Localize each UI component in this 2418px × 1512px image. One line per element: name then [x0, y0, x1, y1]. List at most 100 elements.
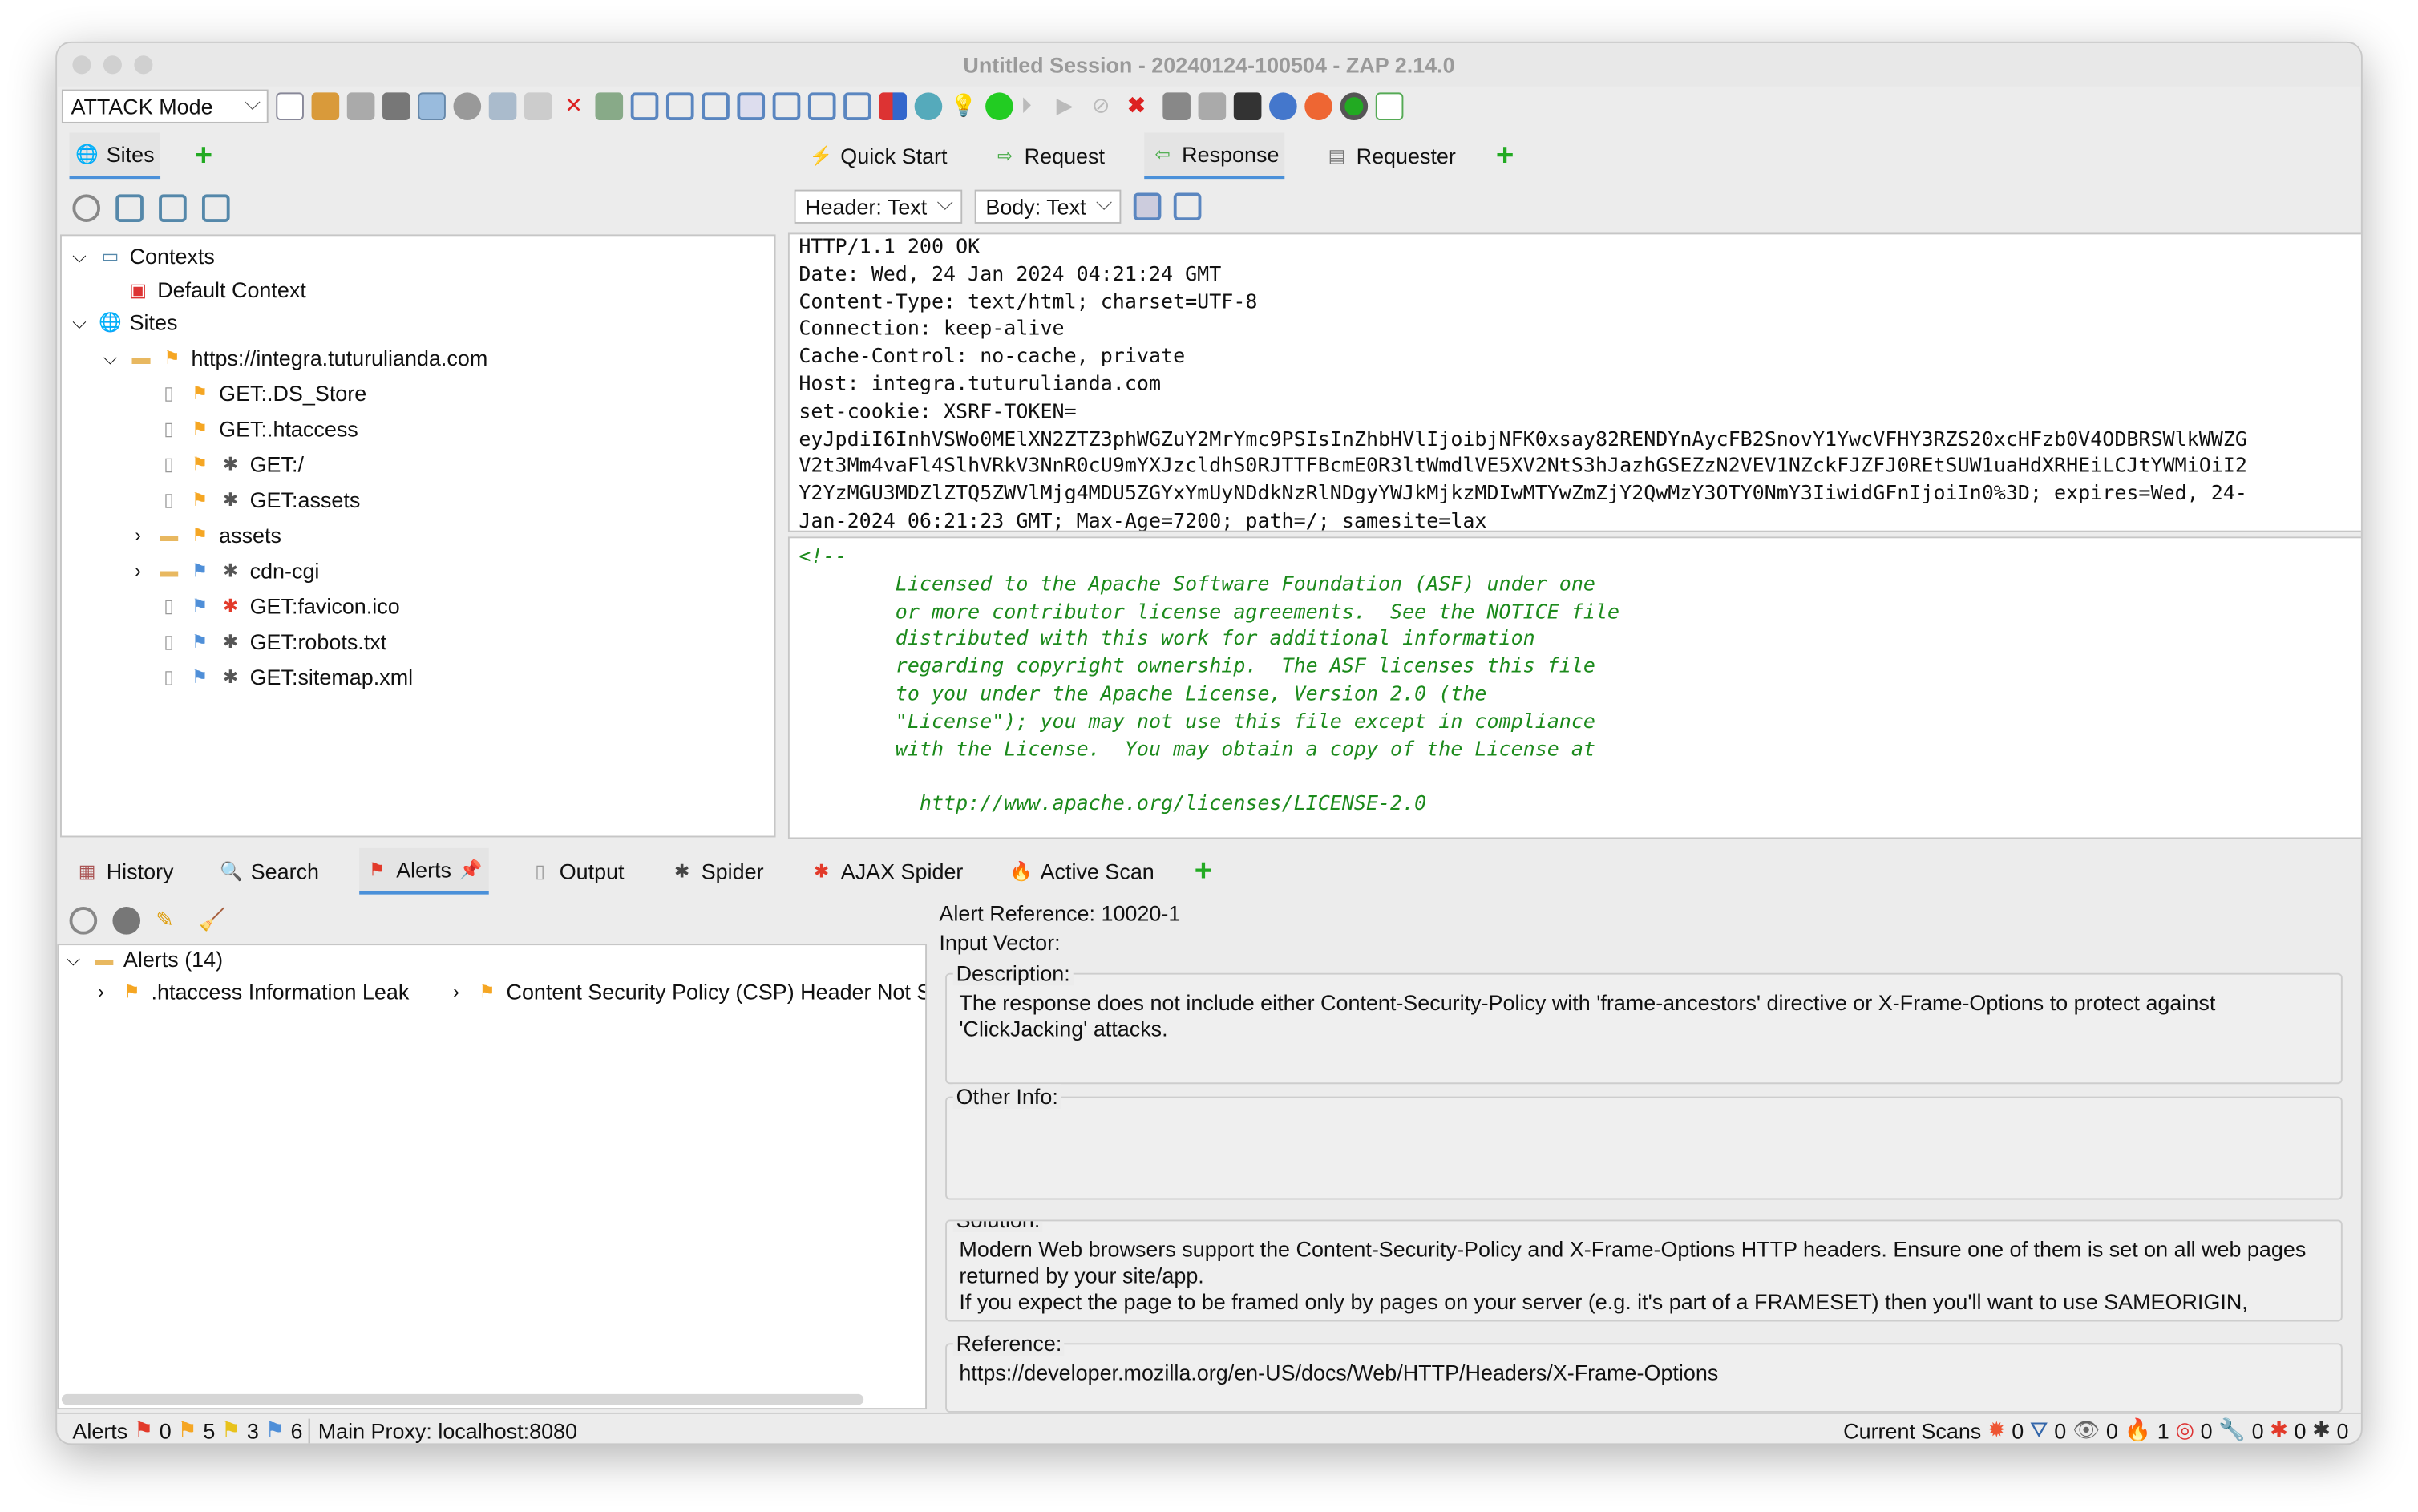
open-session-icon[interactable] [311, 92, 340, 121]
panel-4-icon[interactable] [843, 92, 871, 121]
header-view-select[interactable]: Header: Text [794, 187, 963, 224]
tree-node[interactable]: ▯ ⚑ GET:.htaccess [68, 412, 774, 447]
panel-icon[interactable] [737, 92, 766, 121]
alert-item[interactable]: › ⚑ .htaccess Information Leak [62, 978, 409, 1007]
broom-icon[interactable]: 🧹 [199, 907, 227, 935]
zoom-button[interactable] [134, 55, 153, 75]
tree-node-sites[interactable]: ⌵ 🌐 Sites [68, 305, 774, 341]
new-session-icon[interactable] [276, 92, 304, 121]
snapshot-icon[interactable] [382, 92, 410, 121]
refresh-icon[interactable] [914, 92, 943, 121]
add-tab-icon[interactable]: + [1195, 854, 1212, 889]
lightbulb-icon[interactable]: 💡 [950, 92, 978, 120]
alert-item[interactable]: › ⚑ Content Security Policy (CSP) Header N… [417, 978, 925, 1007]
tree-node[interactable]: ▯ ⚑ ✱ GET:favicon.ico [68, 589, 774, 625]
tree-node-contexts[interactable]: ⌵ ▭ Contexts [68, 239, 774, 274]
header-line: V2t3Mm4vaFl4SlhVRkV3NnR0cU9mYXJzcldhS0RJ… [799, 455, 2247, 479]
tab-search[interactable]: 🔍 Search [214, 848, 326, 895]
header-line: Host: integra.tuturulianda.com [799, 373, 1162, 397]
horizontal-scrollbar[interactable] [61, 1393, 864, 1405]
response-header-view[interactable]: HTTP/1.1 200 OK Date: Wed, 24 Jan 2024 04… [787, 232, 2361, 532]
body-line: "License"); you may not use this file ex… [799, 710, 1595, 734]
tab-output[interactable]: ▯ Output [523, 848, 631, 895]
panel-3-icon[interactable] [807, 92, 836, 121]
body-line: distributed with this work for additiona… [799, 628, 1535, 652]
alert-reference: Alert Reference: 10020-1 [939, 900, 1181, 926]
spider-scan-icon: ✹ [1987, 1417, 2006, 1442]
continue-icon[interactable]: ▶ [1057, 92, 1085, 120]
tree-node-default-context[interactable]: ▣ Default Context [68, 274, 774, 305]
minimize-button[interactable] [103, 55, 122, 75]
split-horizontal-icon[interactable] [1174, 192, 1202, 221]
layout-horizontal-icon[interactable] [665, 92, 694, 121]
export-icon[interactable] [418, 92, 446, 121]
break-on-icon[interactable] [985, 92, 1013, 121]
step-icon[interactable]: ⏵ [1021, 92, 1049, 120]
fuzzer-icon[interactable] [1162, 92, 1191, 121]
edit-icon[interactable]: ✎ [156, 907, 184, 935]
hud-icon[interactable] [1198, 92, 1227, 121]
layout-vertical-icon[interactable] [702, 92, 730, 121]
target-icon[interactable] [72, 194, 101, 222]
tree-node[interactable]: ▯ ⚑ ✱ GET:/ [68, 447, 774, 483]
reference-box: Reference: https://developer.mozilla.org/… [945, 1330, 2343, 1413]
firefox-icon[interactable] [1304, 92, 1332, 121]
tab-requester[interactable]: ▤ Requester [1319, 132, 1462, 179]
terminal-icon[interactable] [1233, 92, 1262, 121]
import-context-icon[interactable] [159, 194, 187, 222]
ajax-scan-icon: ⛛ [2029, 1417, 2048, 1442]
target-icon[interactable] [69, 907, 98, 935]
show-tabs-icon[interactable] [595, 92, 624, 121]
close-window-button[interactable] [72, 55, 91, 75]
alerts-tree: ⌵ ▬ Alerts (14) › ⚑ .htaccess Information Le… [57, 944, 928, 1410]
bin-icon[interactable]: ✖ [1127, 92, 1155, 120]
main-toolbar: ATTACK Mode ✕ 💡 ⏵ ▶ ⊘ ✖ [57, 87, 2361, 125]
tree-node[interactable]: ▯ ⚑ GET:.DS_Store [68, 376, 774, 411]
drop-icon[interactable]: ⊘ [1092, 92, 1120, 120]
expand-icon[interactable]: › [90, 980, 113, 1004]
tree-node[interactable]: ▯ ⚑ ✱ GET:assets [68, 483, 774, 518]
split-vertical-icon[interactable] [1134, 192, 1162, 221]
tab-sites[interactable]: 🌐 Sites [69, 132, 161, 180]
layout-icon[interactable] [488, 92, 517, 121]
header-line: Jan-2024 06:21:23 GMT; Max-Age=7200; pat… [799, 510, 1487, 532]
tab-history[interactable]: ▦ History [70, 848, 180, 895]
help-icon[interactable] [1269, 92, 1297, 121]
new-context-icon[interactable] [115, 194, 144, 222]
main-proxy: Main Proxy: localhost:8080 [309, 1417, 577, 1443]
globe-filter-icon[interactable] [112, 907, 141, 935]
body-view-select[interactable]: Body: Text [974, 187, 1122, 224]
tree-node-host[interactable]: ⌵ ▬ ⚑ https://integra.tuturulianda.com [68, 341, 774, 376]
tab-response[interactable]: ⇦ Response [1145, 132, 1286, 180]
record-icon[interactable] [1340, 92, 1369, 121]
solution-box: Solution: Modern Web browsers support the… [945, 1219, 2343, 1322]
tab-request[interactable]: ⇨ Request [988, 132, 1111, 179]
alerts-root[interactable]: ⌵ ▬ Alerts (14) [62, 945, 925, 975]
tree-node[interactable]: › ▬ ⚑ ✱ cdn-cgi [68, 554, 774, 589]
reference-link[interactable]: https://developer.mozilla.org/en-US/docs… [947, 1344, 2341, 1400]
add-tab-icon[interactable]: + [195, 138, 212, 173]
export-context-icon[interactable] [201, 194, 230, 222]
tab-icon[interactable] [524, 92, 552, 121]
expand-icon[interactable]: › [445, 980, 468, 1004]
alert-flag-icon: ⚑ [479, 980, 495, 1003]
save-session-icon[interactable] [346, 92, 375, 121]
tree-node[interactable]: ▯ ⚑ ✱ GET:robots.txt [68, 625, 774, 660]
add-tab-icon[interactable]: + [1496, 138, 1514, 173]
header-line: Cache-Control: no-cache, private [799, 346, 1186, 370]
tab-alerts[interactable]: ⚑ Alerts 📌 [359, 847, 489, 895]
tab-active-scan[interactable]: 🔥 Active Scan [1003, 848, 1160, 895]
tab-ajax-spider[interactable]: ✱ AJAX Spider [804, 848, 970, 895]
tree-node[interactable]: ▯ ⚑ ✱ GET:sitemap.xml [68, 660, 774, 695]
tab-spider[interactable]: ✱ Spider [665, 848, 770, 895]
tab-quick-start[interactable]: ⚡ Quick Start [803, 132, 953, 179]
low-alert-count: 3 [246, 1417, 259, 1443]
response-body-view[interactable]: <!-- Licensed to the Apache Software Fou… [787, 536, 2361, 839]
options-gear-icon[interactable] [453, 92, 482, 121]
panel-2-icon[interactable] [772, 92, 801, 121]
mode-select[interactable]: ATTACK Mode [61, 87, 269, 123]
layout-full-icon[interactable] [630, 92, 659, 121]
tree-node[interactable]: › ▬ ⚑ assets [68, 518, 774, 553]
scan-policy-icon[interactable] [879, 92, 908, 121]
notes-icon[interactable] [1375, 92, 1404, 121]
